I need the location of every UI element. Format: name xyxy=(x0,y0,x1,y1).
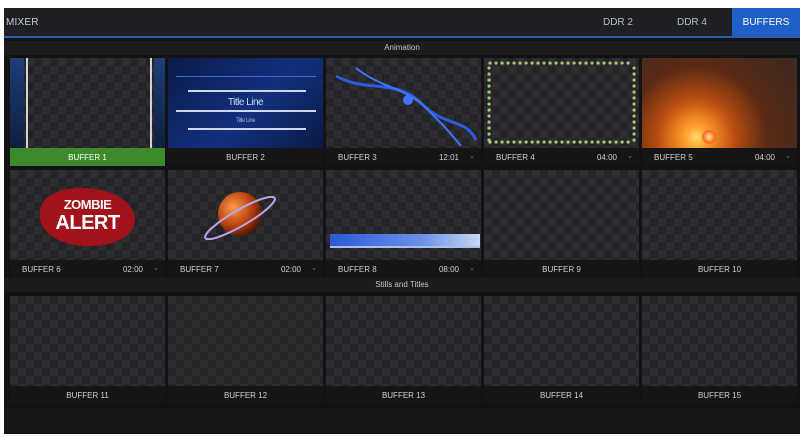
chevron-down-icon[interactable]: ⌄ xyxy=(469,152,475,160)
buffer-thumbnail[interactable] xyxy=(10,296,165,386)
buffer-tile[interactable]: BUFFER 5 04:00 ⌄ xyxy=(642,58,797,170)
chevron-down-icon[interactable]: ⌄ xyxy=(311,264,317,272)
buffer-tile[interactable]: BUFFER 11 xyxy=(10,296,165,408)
buffer-label-bar[interactable]: BUFFER 15 xyxy=(642,386,797,404)
chevron-down-icon[interactable]: ⌄ xyxy=(469,264,475,272)
buffer-tile[interactable]: BUFFER 14 xyxy=(484,296,639,408)
buffer-thumbnail[interactable] xyxy=(326,170,481,260)
tab-ddr-2[interactable]: DDR 2 xyxy=(588,8,648,36)
buffer-name: BUFFER 15 xyxy=(697,391,742,400)
buffer-name: BUFFER 1 xyxy=(68,153,107,162)
buffer-thumbnail[interactable] xyxy=(642,58,797,148)
buffer-tile[interactable]: BUFFER 10 xyxy=(642,170,797,282)
title-bar-bottom xyxy=(188,128,306,130)
frame-bar-right xyxy=(154,58,165,148)
glow-spot-art xyxy=(702,130,716,144)
buffer-name: BUFFER 4 xyxy=(496,153,535,162)
buffer-name: BUFFER 10 xyxy=(697,265,742,274)
buffer-tile[interactable]: BUFFER 1 xyxy=(10,58,165,170)
buffer-duration: 08:00 xyxy=(438,265,459,274)
frame-line-right xyxy=(150,58,152,148)
buffer-name: BUFFER 12 xyxy=(223,391,268,400)
buffer-label-bar[interactable]: BUFFER 13 xyxy=(326,386,481,404)
buffer-tile[interactable]: BUFFER 3 12:01 ⌄ xyxy=(326,58,481,170)
buffer-name: BUFFER 7 xyxy=(180,265,219,274)
bottom-strip xyxy=(4,408,800,434)
buffer-duration: 02:00 xyxy=(280,265,301,274)
buffer-thumbnail[interactable]: Title Line Title Line xyxy=(168,58,323,148)
buffer-thumbnail[interactable] xyxy=(10,58,165,148)
buffer-tile[interactable]: Title Line Title Line BUFFER 2 xyxy=(168,58,323,170)
buffer-tile[interactable]: BUFFER 4 04:00 ⌄ xyxy=(484,58,639,170)
chevron-down-icon[interactable]: ⌄ xyxy=(627,152,633,160)
buffer-label-bar[interactable]: BUFFER 5 04:00 ⌄ xyxy=(642,148,797,166)
buffer-label-bar[interactable]: BUFFER 3 12:01 ⌄ xyxy=(326,148,481,166)
tab-ddr-4[interactable]: DDR 4 xyxy=(656,8,728,36)
buffer-name: BUFFER 8 xyxy=(338,265,377,274)
buffer-thumbnail[interactable] xyxy=(642,296,797,386)
buffer-name: BUFFER 14 xyxy=(539,391,584,400)
buffer-label-bar[interactable]: BUFFER 9 xyxy=(484,260,639,278)
buffer-thumbnail[interactable] xyxy=(484,58,639,148)
buffer-name: BUFFER 2 xyxy=(226,153,265,162)
buffer-label-bar[interactable]: BUFFER 6 02:00 ⌄ xyxy=(10,260,165,278)
buffer-thumbnail[interactable] xyxy=(484,170,639,260)
chevron-down-icon[interactable]: ⌄ xyxy=(153,264,159,272)
buffer-thumbnail[interactable] xyxy=(642,170,797,260)
buffer-label-bar[interactable]: BUFFER 4 04:00 ⌄ xyxy=(484,148,639,166)
buffer-name: BUFFER 9 xyxy=(542,265,581,274)
buffer-label-bar[interactable]: BUFFER 7 02:00 ⌄ xyxy=(168,260,323,278)
buffer-thumbnail[interactable]: ZOMBIE ALERT xyxy=(10,170,165,260)
title-bar-top xyxy=(188,90,306,92)
buffer-duration: 12:01 xyxy=(438,153,459,162)
buffer-label-bar[interactable]: BUFFER 11 xyxy=(10,386,165,404)
buffer-tile[interactable]: BUFFER 8 08:00 ⌄ xyxy=(326,170,481,282)
zombie-alert-text: ZOMBIE ALERT xyxy=(40,196,135,234)
buffer-thumbnail[interactable] xyxy=(484,296,639,386)
buffer-label-bar[interactable]: BUFFER 12 xyxy=(168,386,323,404)
alert-word: ALERT xyxy=(55,212,120,234)
buffer-duration: 02:00 xyxy=(122,265,143,274)
buffer-label-bar[interactable]: BUFFER 14 xyxy=(484,386,639,404)
mixer-title[interactable]: MIXER xyxy=(6,17,39,28)
buffer-name: BUFFER 6 xyxy=(22,265,61,274)
buffer-tile[interactable]: BUFFER 15 xyxy=(642,296,797,408)
light-frame-art xyxy=(487,61,636,144)
tab-buffers[interactable]: BUFFERS xyxy=(732,8,800,36)
buffer-tile[interactable]: ZOMBIE ALERT BUFFER 6 02:00 ⌄ xyxy=(10,170,165,282)
frame-bar-left xyxy=(10,58,24,148)
buffer-duration: 04:00 xyxy=(754,153,775,162)
buffer-label-bar[interactable]: BUFFER 2 xyxy=(168,148,323,166)
buffer-thumbnail[interactable] xyxy=(326,296,481,386)
lower-third-line xyxy=(330,246,480,248)
top-bar: MIXER DDR 2 DDR 4 BUFFERS xyxy=(4,8,800,38)
buffer-label-bar[interactable]: BUFFER 1 xyxy=(10,148,165,166)
buffer-thumbnail[interactable] xyxy=(168,170,323,260)
lower-third-bar xyxy=(330,234,480,246)
buffer-name: BUFFER 3 xyxy=(338,153,377,162)
buffer-tile[interactable]: BUFFER 9 xyxy=(484,170,639,282)
buffer-thumbnail[interactable] xyxy=(326,58,481,148)
section-header-animation: Animation xyxy=(4,41,800,55)
frame-line-left xyxy=(26,58,28,148)
buffer-label-bar[interactable]: BUFFER 8 08:00 ⌄ xyxy=(326,260,481,278)
planet-art xyxy=(204,192,276,241)
buffer-tile[interactable]: BUFFER 12 xyxy=(168,296,323,408)
buffer-name: BUFFER 13 xyxy=(381,391,426,400)
buffer-label-bar[interactable]: BUFFER 10 xyxy=(642,260,797,278)
buffer-thumbnail[interactable] xyxy=(168,296,323,386)
buffer-name: BUFFER 11 xyxy=(66,391,109,400)
blue-swirl-art xyxy=(335,67,478,147)
chevron-down-icon[interactable]: ⌄ xyxy=(785,152,791,160)
buffers-panel: MIXER DDR 2 DDR 4 BUFFERS Animation Stil… xyxy=(4,8,800,434)
buffer-duration: 04:00 xyxy=(596,153,617,162)
buffer-tile[interactable]: BUFFER 7 02:00 ⌄ xyxy=(168,170,323,282)
buffer-tile[interactable]: BUFFER 13 xyxy=(326,296,481,408)
buffer-name: BUFFER 5 xyxy=(654,153,693,162)
